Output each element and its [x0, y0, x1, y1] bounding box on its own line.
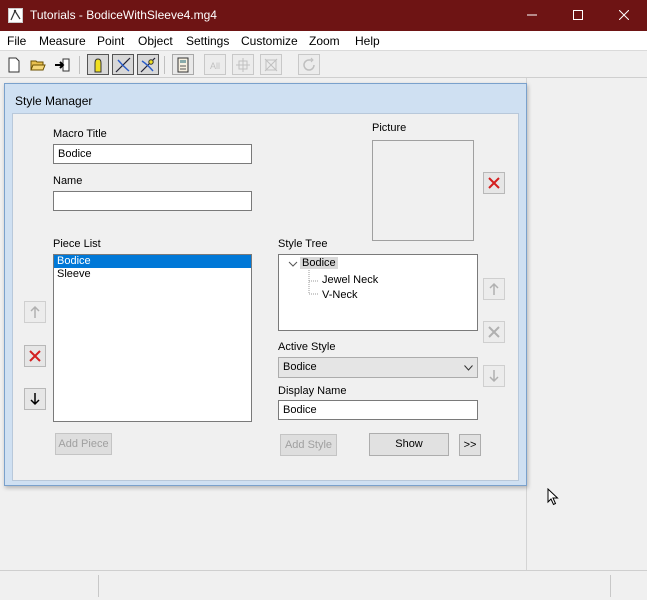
- menu-object[interactable]: Object: [138, 34, 173, 48]
- close-icon: [619, 10, 629, 20]
- menu-measure[interactable]: Measure: [39, 34, 86, 48]
- import-button[interactable]: [51, 54, 73, 75]
- active-style-label: Active Style: [278, 341, 336, 353]
- list-item[interactable]: Bodice: [54, 255, 251, 268]
- minimize-icon: [527, 14, 537, 16]
- app-icon: [8, 8, 23, 23]
- toolbar: All: [0, 50, 647, 78]
- close-button[interactable]: [601, 0, 647, 31]
- fit-button[interactable]: [232, 54, 254, 75]
- expand-button[interactable]: [260, 54, 282, 75]
- style-manager-dialog: Style Manager Macro Title Bodice Name Pi…: [4, 83, 527, 486]
- move-style-down-button[interactable]: [483, 365, 505, 387]
- add-piece-button[interactable]: Add Piece: [55, 433, 112, 455]
- active-style-select[interactable]: Bodice: [278, 357, 478, 378]
- measure-line-icon: [115, 57, 131, 73]
- arrow-down-icon: [489, 370, 499, 383]
- window-title: Tutorials - BodiceWithSleeve4.mg4: [30, 8, 217, 22]
- refresh-icon: [303, 57, 315, 71]
- edit-curve-button[interactable]: [137, 54, 159, 75]
- move-style-up-button[interactable]: [483, 278, 505, 300]
- fit-icon: [236, 58, 250, 72]
- expand-icon: [264, 58, 278, 72]
- dialog-title: Style Manager: [15, 94, 93, 108]
- all-icon: All: [210, 61, 220, 71]
- chevron-down-icon: [288, 261, 298, 267]
- chevron-down-icon: [464, 365, 473, 371]
- toolbar-separator: [164, 56, 165, 74]
- refresh-button[interactable]: [298, 54, 320, 75]
- figure-tool-button[interactable]: [87, 54, 109, 75]
- new-file-icon: [8, 57, 20, 73]
- tree-node-child[interactable]: Jewel Neck: [322, 274, 378, 286]
- edit-curve-icon: [140, 57, 156, 73]
- menu-file[interactable]: File: [7, 34, 26, 48]
- import-icon: [55, 58, 70, 72]
- picture-box: [372, 140, 474, 241]
- tree-node-root[interactable]: Bodice: [300, 257, 338, 269]
- arrow-up-icon: [489, 282, 499, 295]
- style-tree-label: Style Tree: [278, 238, 328, 250]
- menu-settings[interactable]: Settings: [186, 34, 229, 48]
- mouse-cursor-icon: [547, 488, 559, 506]
- calculator-button[interactable]: [172, 54, 194, 75]
- piece-list[interactable]: Bodice Sleeve: [53, 254, 252, 422]
- arrow-down-icon: [30, 393, 40, 406]
- toolbar-separator: [79, 56, 80, 74]
- menu-bar: File Measure Point Object Settings Custo…: [0, 31, 647, 50]
- menu-help[interactable]: Help: [355, 34, 380, 48]
- measure-line-button[interactable]: [112, 54, 134, 75]
- figure-icon: [94, 58, 102, 73]
- maximize-icon: [573, 10, 583, 20]
- open-button[interactable]: [27, 54, 49, 75]
- display-name-label: Display Name: [278, 385, 347, 397]
- svg-text:All: All: [210, 61, 220, 71]
- arrow-up-icon: [30, 305, 40, 318]
- status-pane: [98, 575, 99, 597]
- menu-point[interactable]: Point: [97, 34, 124, 48]
- style-tree[interactable]: Bodice Jewel Neck V-Neck: [278, 254, 478, 331]
- name-input[interactable]: [53, 191, 252, 211]
- name-label: Name: [53, 175, 83, 187]
- more-button[interactable]: >>: [459, 434, 481, 456]
- maximize-button[interactable]: [555, 0, 601, 31]
- add-style-button[interactable]: Add Style: [280, 434, 337, 456]
- calculator-icon: [177, 57, 189, 73]
- open-folder-icon: [30, 60, 46, 71]
- status-bar: [0, 570, 647, 600]
- menu-zoom[interactable]: Zoom: [309, 34, 340, 48]
- piece-list-label: Piece List: [53, 238, 101, 250]
- dialog-body: Macro Title Bodice Name Picture Piece Li…: [12, 113, 519, 481]
- tree-node-child[interactable]: V-Neck: [322, 289, 357, 301]
- delete-icon: [488, 326, 500, 338]
- display-name-input[interactable]: Bodice: [278, 400, 478, 420]
- move-piece-up-button[interactable]: [24, 301, 46, 323]
- title-bar: Tutorials - BodiceWithSleeve4.mg4: [0, 0, 647, 31]
- picture-label: Picture: [372, 122, 407, 134]
- macro-title-label: Macro Title: [53, 128, 107, 140]
- status-pane: [610, 575, 611, 597]
- delete-icon: [488, 177, 500, 189]
- menu-customize[interactable]: Customize: [241, 34, 298, 48]
- list-item[interactable]: Sleeve: [54, 268, 251, 281]
- move-piece-down-button[interactable]: [24, 388, 46, 410]
- delete-picture-button[interactable]: [483, 172, 505, 194]
- delete-piece-button[interactable]: [24, 345, 46, 367]
- minimize-button[interactable]: [509, 0, 555, 31]
- delete-icon: [29, 350, 41, 362]
- all-button[interactable]: All: [204, 54, 226, 75]
- macro-title-input[interactable]: Bodice: [53, 144, 252, 164]
- delete-style-button[interactable]: [483, 321, 505, 343]
- active-style-value: Bodice: [283, 361, 317, 373]
- new-file-button[interactable]: [3, 54, 25, 75]
- show-button[interactable]: Show: [369, 433, 449, 456]
